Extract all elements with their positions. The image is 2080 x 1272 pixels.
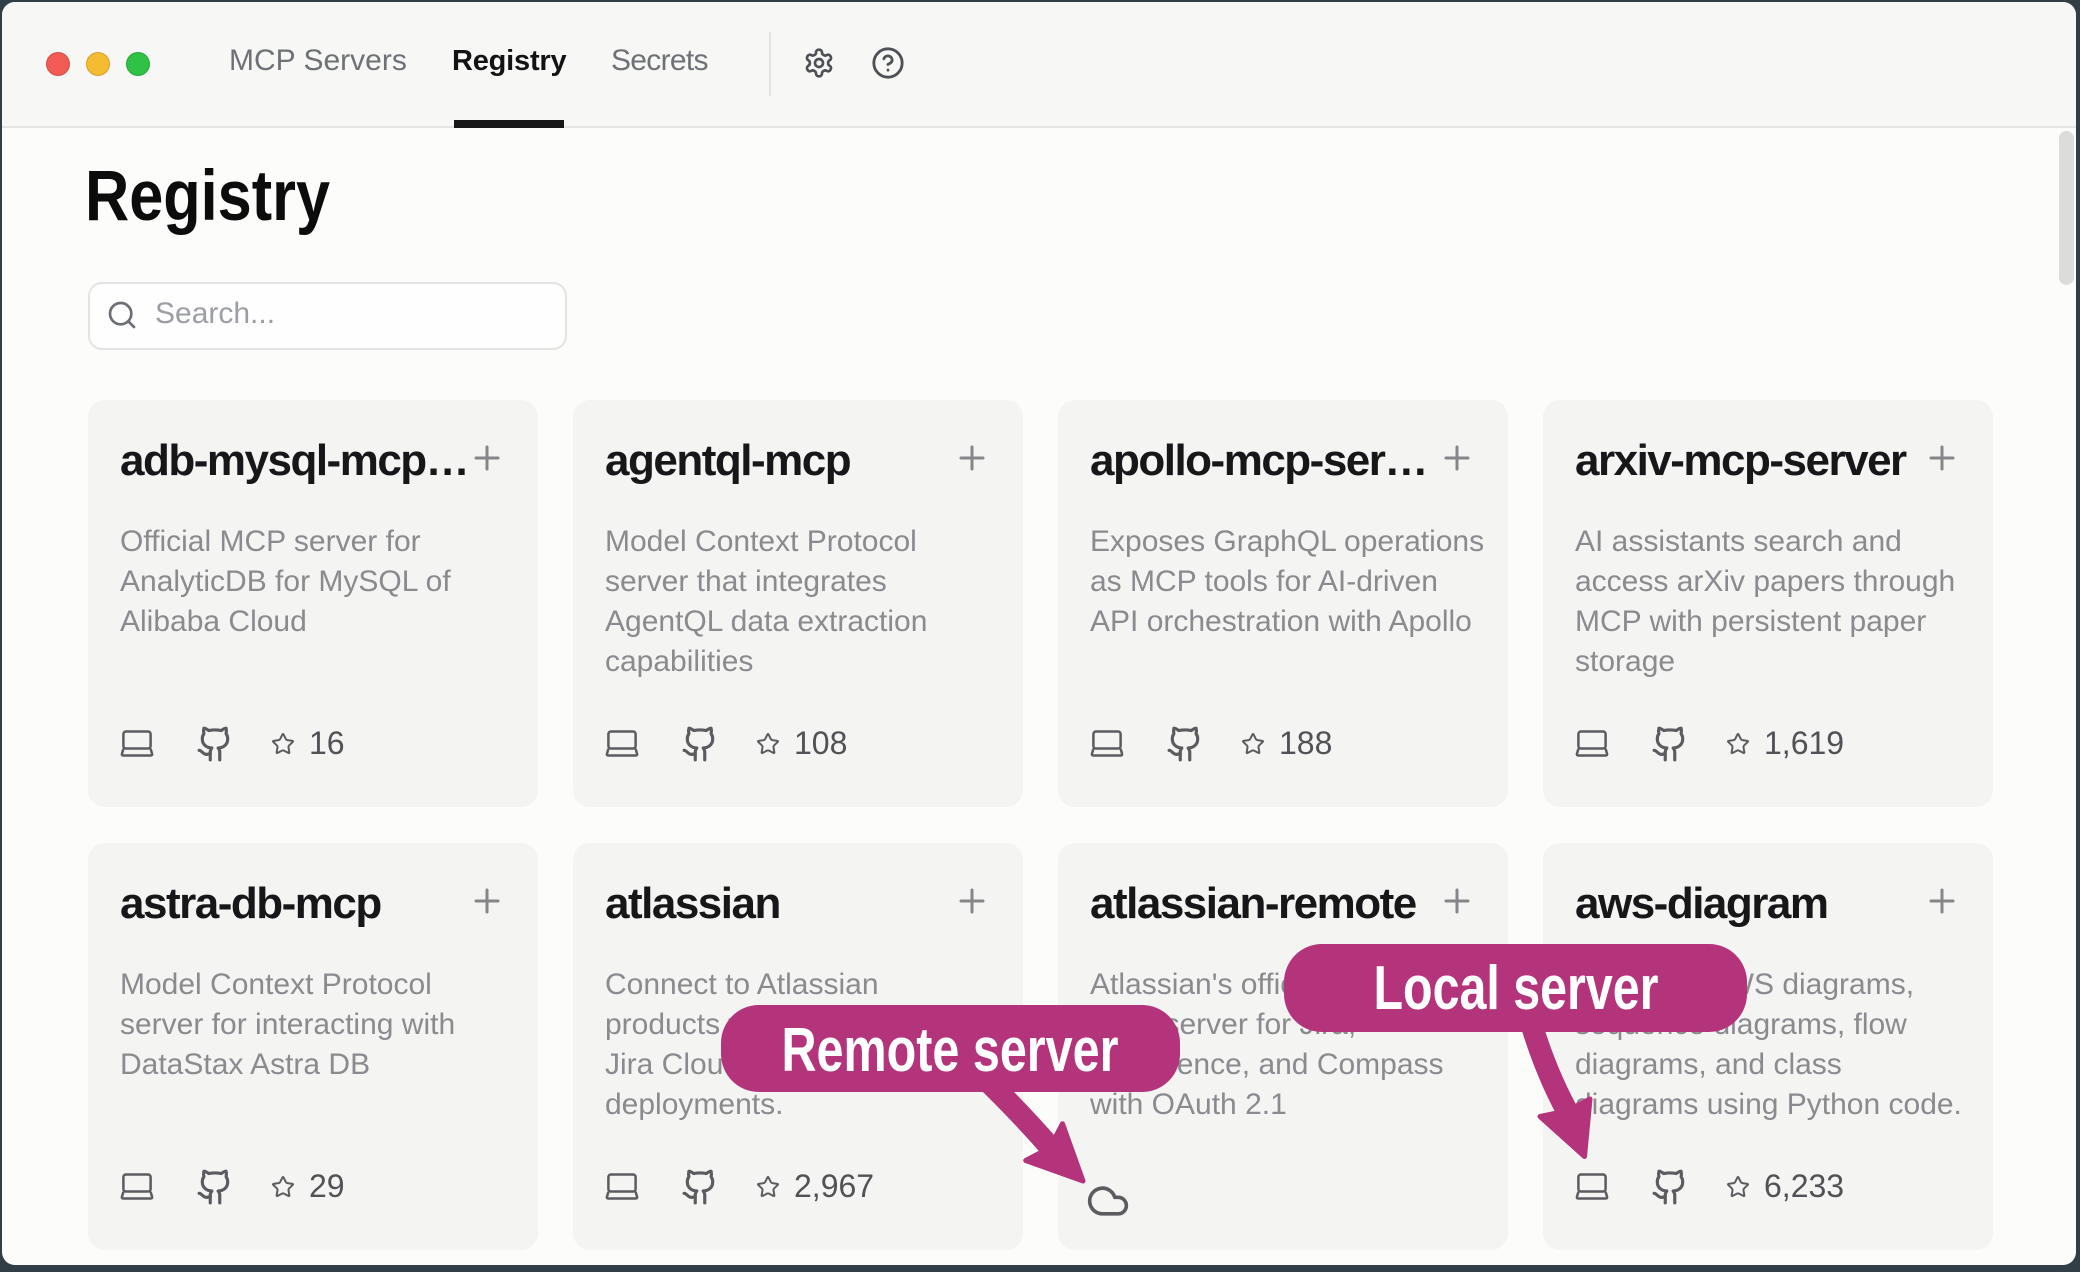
svg-text:Local server: Local server bbox=[1374, 954, 1659, 1023]
svg-text:Remote server: Remote server bbox=[782, 1016, 1119, 1085]
